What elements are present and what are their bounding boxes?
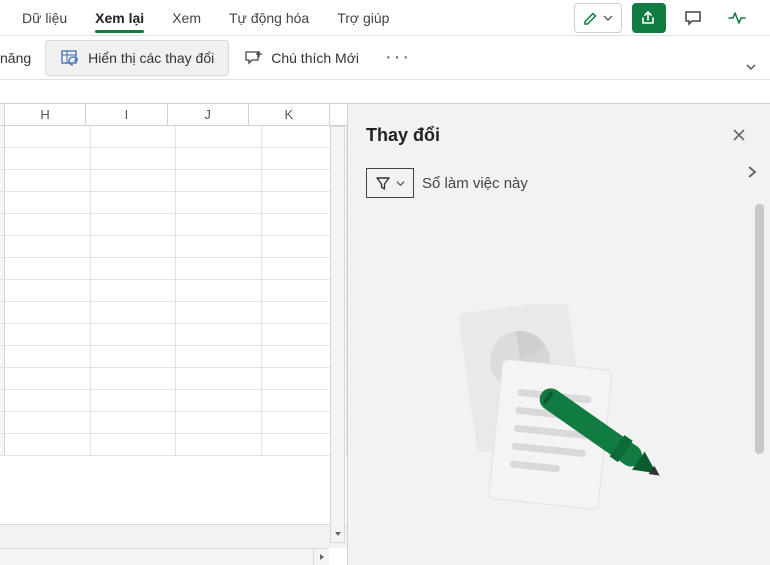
share-icon — [640, 9, 658, 27]
column-header[interactable]: H — [5, 104, 86, 125]
table-row[interactable] — [0, 280, 347, 302]
table-row[interactable] — [0, 302, 347, 324]
show-changes-icon — [60, 48, 80, 68]
new-comment-icon — [243, 48, 263, 68]
chevron-right-icon — [744, 164, 760, 180]
panel-scrollbar[interactable] — [755, 204, 764, 454]
table-row[interactable] — [0, 192, 347, 214]
triangle-right-icon — [318, 553, 326, 561]
table-row[interactable] — [0, 126, 347, 148]
ribbon-label: Hiển thị các thay đổi — [88, 50, 214, 66]
table-row[interactable] — [0, 346, 347, 368]
ribbon-tabs: Dữ liệu Xem lại Xem Tự động hóa Trợ giúp — [0, 0, 770, 36]
tab-help[interactable]: Trợ giúp — [323, 4, 403, 32]
tab-review[interactable]: Xem lại — [81, 4, 158, 32]
grid-body[interactable] — [0, 126, 347, 565]
collapse-side-panel-button[interactable] — [744, 164, 760, 183]
chevron-down-icon — [396, 179, 405, 188]
empty-state-illustration — [408, 304, 720, 534]
tab-data[interactable]: Dữ liệu — [8, 4, 81, 32]
activity-icon — [727, 8, 747, 28]
column-headers: H I J K — [0, 104, 347, 126]
close-icon — [732, 128, 746, 142]
tab-automate[interactable]: Tự động hóa — [215, 4, 323, 32]
table-row[interactable] — [0, 390, 347, 412]
column-header[interactable]: K — [249, 104, 330, 125]
ribbon-label: năng — [0, 50, 31, 66]
close-panel-button[interactable] — [726, 122, 752, 148]
formula-bar[interactable] — [0, 80, 770, 104]
scroll-down-arrow[interactable] — [331, 526, 344, 542]
column-header[interactable]: J — [168, 104, 249, 125]
changes-panel: Thay đổi Sổ làm việc này — [348, 104, 770, 565]
ribbon-overflow-button[interactable]: ··· — [373, 46, 423, 69]
comment-icon — [683, 8, 703, 28]
table-row[interactable] — [0, 324, 347, 346]
vertical-scrollbar[interactable] — [330, 126, 345, 543]
filter-scope-label: Sổ làm việc này — [422, 175, 528, 192]
spreadsheet-grid: H I J K — [0, 104, 348, 565]
new-comment-button[interactable]: Chú thích Mới — [229, 40, 373, 76]
activity-button[interactable] — [720, 3, 754, 33]
table-row[interactable] — [0, 434, 347, 456]
table-row[interactable] — [0, 368, 347, 390]
ribbon-performance-partial[interactable]: năng — [0, 40, 45, 76]
filter-dropdown[interactable] — [366, 168, 414, 198]
table-row[interactable] — [0, 412, 347, 434]
table-row[interactable] — [0, 236, 347, 258]
table-row[interactable] — [0, 148, 347, 170]
share-button[interactable] — [632, 3, 666, 33]
ribbon-commands: năng Hiển thị các thay đổi Chú thích Mới… — [0, 36, 770, 80]
table-row[interactable] — [0, 214, 347, 236]
column-header[interactable]: I — [86, 104, 167, 125]
panel-title: Thay đổi — [366, 125, 440, 146]
show-changes-button[interactable]: Hiển thị các thay đổi — [45, 40, 229, 76]
triangle-down-icon — [334, 530, 342, 538]
chevron-down-icon — [603, 13, 613, 23]
collapse-ribbon-button[interactable] — [744, 60, 758, 77]
horizontal-scrollbar[interactable] — [0, 548, 329, 565]
tab-view[interactable]: Xem — [158, 4, 215, 32]
editing-mode-dropdown[interactable] — [574, 3, 622, 33]
chevron-down-icon — [744, 60, 758, 74]
title-bar-controls — [574, 3, 770, 33]
panel-header: Thay đổi — [366, 122, 752, 148]
ribbon-label: Chú thích Mới — [271, 50, 359, 66]
table-row[interactable] — [0, 170, 347, 192]
filter-row: Sổ làm việc này — [366, 168, 752, 198]
filter-icon — [375, 175, 391, 191]
main-area: H I J K — [0, 104, 770, 565]
scroll-right-arrow[interactable] — [313, 549, 329, 565]
table-row[interactable] — [0, 258, 347, 280]
grid-bottom-surface — [0, 524, 347, 548]
pencil-icon — [583, 10, 599, 26]
comments-button[interactable] — [676, 3, 710, 33]
